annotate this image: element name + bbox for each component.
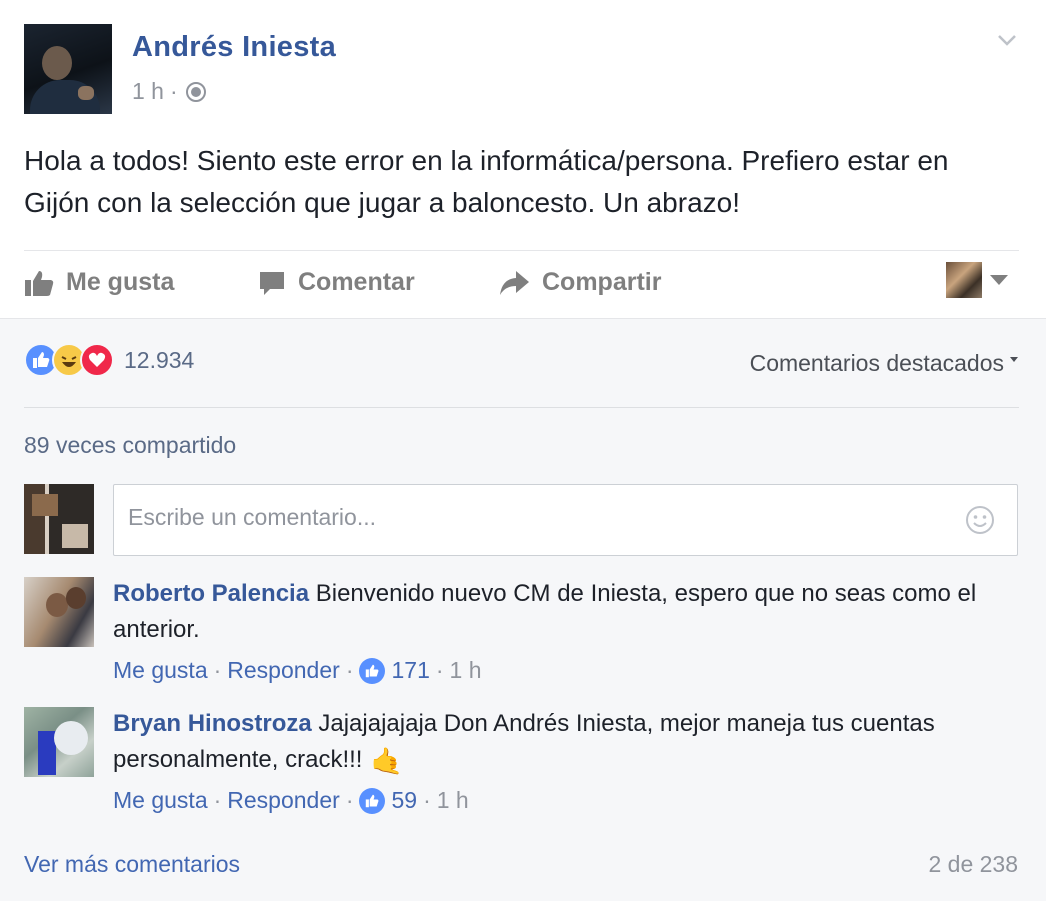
comment-actions: Me gusta · Responder · 59 · 1 h	[113, 787, 469, 814]
comment-time[interactable]: 1 h	[437, 787, 469, 814]
comment-like-link[interactable]: Me gusta	[113, 657, 208, 684]
separator: ·	[423, 787, 431, 813]
featured-comments-dropdown[interactable]: Comentarios destacados	[750, 350, 1018, 377]
caret-down-icon	[1010, 357, 1018, 362]
comment-composer[interactable]	[113, 484, 1018, 556]
like-button-label: Me gusta	[66, 268, 175, 296]
comment-reply-link[interactable]: Responder	[227, 787, 340, 814]
author-avatar[interactable]	[24, 24, 112, 114]
comment-actions: Me gusta · Responder · 171 · 1 h	[113, 657, 482, 684]
separator: ·	[345, 657, 354, 683]
current-user-avatar[interactable]	[24, 484, 94, 554]
share-arrow-icon	[500, 270, 529, 295]
view-more-comments-link[interactable]: Ver más comentarios	[24, 851, 240, 878]
commenter-name[interactable]: Bryan Hinostroza	[113, 710, 312, 737]
comment-button-label: Comentar	[298, 268, 415, 296]
meta-separator: ·	[169, 78, 178, 104]
chevron-down-icon[interactable]	[997, 30, 1017, 50]
post-header-area: Andrés Iniesta 1 h · Hola a todos! Sient…	[0, 0, 1046, 318]
emoji-smile-icon[interactable]	[965, 505, 995, 535]
reactions-summary[interactable]: 12.934	[24, 343, 194, 377]
featured-comments-label: Comentarios destacados	[749, 350, 1004, 376]
separator: ·	[213, 657, 222, 683]
comment-icon	[260, 271, 284, 295]
thumbs-up-icon	[25, 270, 54, 296]
commenter-name[interactable]: Roberto Palencia	[113, 580, 309, 607]
caret-down-icon	[990, 275, 1008, 285]
post-meta: 1 h ·	[132, 78, 206, 105]
comment-body: Roberto Palencia Bienvenido nuevo CM de …	[113, 576, 993, 648]
post-time[interactable]: 1 h	[132, 78, 164, 105]
comment-body: Bryan Hinostroza Jajajajajaja Don Andrés…	[113, 706, 993, 779]
comment-input[interactable]	[126, 503, 950, 532]
comment-time[interactable]: 1 h	[450, 657, 482, 684]
comment-like-count[interactable]: 171	[391, 657, 429, 684]
like-badge-icon	[359, 787, 386, 814]
separator: ·	[345, 787, 354, 813]
divider	[24, 407, 1019, 408]
comments-count: 2 de 238	[928, 851, 1018, 877]
author-name[interactable]: Andrés Iniesta	[132, 31, 336, 64]
like-badge-icon	[359, 657, 386, 684]
shaka-emoji: 🤙	[370, 745, 403, 776]
share-button[interactable]: Compartir	[498, 268, 661, 297]
like-button[interactable]: Me gusta	[24, 268, 174, 297]
reaction-count: 12.934	[124, 346, 195, 373]
page-selector[interactable]	[946, 262, 1008, 298]
share-count[interactable]: 89 veces compartido	[24, 432, 236, 459]
commenter-avatar[interactable]	[24, 707, 94, 777]
share-button-label: Compartir	[542, 268, 662, 296]
separator: ·	[435, 657, 444, 683]
comment-reply-link[interactable]: Responder	[227, 657, 340, 684]
divider	[24, 250, 1019, 251]
facebook-post: Andrés Iniesta 1 h · Hola a todos! Sient…	[0, 0, 1046, 901]
love-reaction-icon	[80, 343, 114, 377]
comment-like-count[interactable]: 59	[391, 787, 417, 814]
comment-like-link[interactable]: Me gusta	[113, 787, 208, 814]
post-text: Hola a todos! Siento este error en la in…	[24, 145, 949, 218]
comment-button[interactable]: Comentar	[258, 268, 415, 297]
globe-icon[interactable]	[185, 81, 206, 102]
separator: ·	[213, 787, 222, 813]
commenter-avatar[interactable]	[24, 577, 94, 647]
page-avatar	[946, 262, 982, 298]
